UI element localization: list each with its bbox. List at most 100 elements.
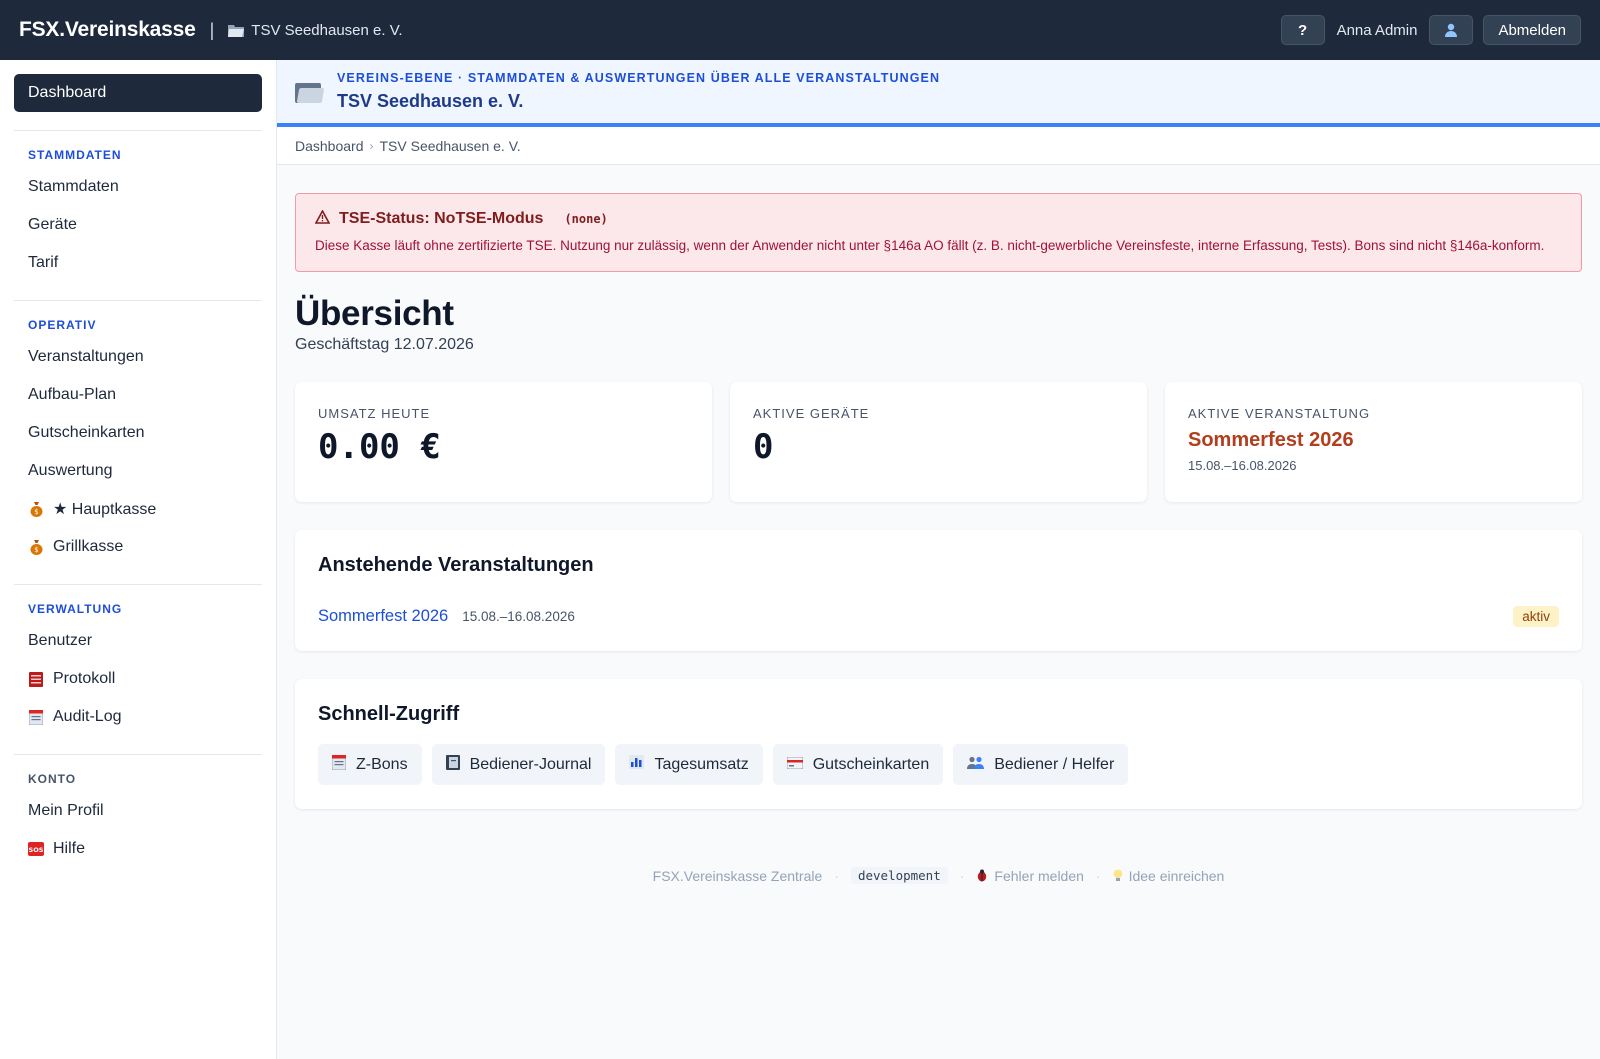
sidebar-item-audit-log[interactable]: Audit-Log	[14, 698, 262, 736]
card-value: 0	[753, 427, 774, 467]
lightbulb-icon	[1113, 869, 1122, 881]
alert-title: TSE-Status: NoTSE-Modus	[339, 210, 544, 227]
sidebar-item-label: Benutzer	[28, 632, 93, 649]
card-revenue-today: UMSATZ HEUTE 0.00 €	[295, 382, 712, 502]
sidebar-item-veranstaltungen[interactable]: Veranstaltungen	[14, 338, 262, 376]
svg-text:SOS: SOS	[29, 846, 44, 854]
breadcrumb-separator-icon: ›	[369, 138, 374, 153]
sidebar-item-hilfe[interactable]: SOS Hilfe	[14, 830, 262, 868]
breadcrumb: Dashboard › TSV Seedhausen e. V.	[277, 127, 1600, 165]
footer: FSX.Vereinskasse Zentrale · development …	[295, 867, 1582, 884]
footer-separator: ·	[1095, 867, 1101, 884]
sidebar-item-label: Stammdaten	[28, 178, 119, 195]
business-day: Geschäftstag 12.07.2026	[295, 336, 474, 353]
sidebar-item-label: Protokoll	[53, 670, 116, 687]
breadcrumb-item-current: TSV Seedhausen e. V.	[379, 137, 521, 154]
sidebar-item-geraete[interactable]: Geräte	[14, 206, 262, 244]
tse-status-alert: TSE-Status: NoTSE-Modus (none) Diese Kas…	[295, 193, 1582, 272]
sidebar-item-label: Hilfe	[53, 840, 86, 857]
svg-text:$: $	[34, 508, 38, 516]
bar-chart-icon	[629, 755, 645, 774]
sidebar-item-label: Mein Profil	[28, 802, 104, 819]
event-dates: 15.08.–16.08.2026	[462, 609, 575, 624]
button-label: Bediener-Journal	[469, 755, 592, 773]
sidebar-item-aufbau-plan[interactable]: Aufbau-Plan	[14, 376, 262, 414]
status-badge: aktiv	[1513, 606, 1559, 627]
people-icon	[967, 756, 985, 774]
money-bag-icon: $	[28, 539, 44, 555]
warning-icon	[314, 209, 331, 228]
quick-gutscheinkarten-button[interactable]: Gutscheinkarten	[772, 744, 944, 785]
sidebar-item-label: Geräte	[28, 216, 77, 233]
stat-cards: UMSATZ HEUTE 0.00 € AKTIVE GERÄTE 0 AKTI…	[295, 382, 1582, 502]
sos-icon: SOS	[28, 841, 44, 857]
sidebar-item-label: ★ Hauptkasse	[53, 501, 157, 518]
sidebar-item-benutzer[interactable]: Benutzer	[14, 622, 262, 660]
sidebar-divider	[14, 584, 262, 585]
quick-bediener-journal-button[interactable]: Bediener-Journal	[431, 744, 606, 785]
sidebar-item-hauptkasse[interactable]: $ ★ Hauptkasse	[14, 490, 262, 528]
footer-separator: ·	[834, 867, 839, 884]
card-label: AKTIVE VERANSTALTUNG	[1188, 406, 1371, 421]
section-label-stammdaten: STAMMDATEN	[28, 148, 122, 162]
quick-tagesumsatz-button[interactable]: Tagesumsatz	[615, 744, 763, 785]
panel-title: Anstehende Veranstaltungen	[318, 554, 594, 576]
sidebar-item-label: Tarif	[28, 254, 59, 271]
notepad-icon	[331, 754, 347, 775]
quick-z-bons-button[interactable]: Z-Bons	[318, 744, 422, 785]
sidebar-item-mein-profil[interactable]: Mein Profil	[14, 792, 262, 830]
folder-icon	[295, 81, 325, 103]
sidebar-item-dashboard[interactable]: Dashboard	[14, 74, 262, 112]
notepad-icon	[28, 709, 44, 725]
sidebar-item-gutscheinkarten[interactable]: Gutscheinkarten	[14, 414, 262, 452]
submit-idea-link[interactable]: Idee einreichen	[1113, 868, 1224, 884]
upcoming-events-panel: Anstehende Veranstaltungen Sommerfest 20…	[295, 530, 1582, 651]
button-label: Tagesumsatz	[654, 755, 749, 773]
sidebar-item-label: Grillkasse	[53, 538, 124, 555]
help-button[interactable]: ?	[1280, 15, 1325, 45]
card-active-devices: AKTIVE GERÄTE 0	[730, 382, 1147, 502]
level-banner: VEREINS-EBENE · STAMMDATEN & AUSWERTUNGE…	[277, 60, 1600, 127]
sidebar: Dashboard STAMMDATEN Stammdaten Geräte T…	[0, 60, 277, 1059]
active-event-dates: 15.08.–16.08.2026	[1188, 458, 1297, 473]
sidebar-item-grillkasse[interactable]: $ Grillkasse	[14, 528, 262, 566]
footer-separator: ·	[959, 867, 965, 884]
sidebar-item-label: Veranstaltungen	[28, 348, 144, 365]
club-switcher[interactable]: TSV Seedhausen e. V.	[228, 22, 403, 39]
card-label: UMSATZ HEUTE	[318, 406, 431, 421]
profile-button[interactable]	[1429, 15, 1474, 45]
sidebar-divider	[14, 130, 262, 131]
sidebar-item-tarif[interactable]: Tarif	[14, 244, 262, 282]
sidebar-divider	[14, 300, 262, 301]
svg-text:$: $	[34, 546, 38, 554]
card-icon	[786, 756, 804, 774]
active-event-link[interactable]: Sommerfest 2026	[1188, 429, 1559, 452]
button-label: Gutscheinkarten	[812, 755, 930, 773]
page-title: Übersicht	[295, 294, 454, 333]
sidebar-divider	[14, 754, 262, 755]
section-label-verwaltung: VERWALTUNG	[28, 602, 123, 616]
sidebar-item-label: Auswertung	[28, 462, 113, 479]
sidebar-item-label: Aufbau-Plan	[28, 386, 117, 403]
section-label-konto: KONTO	[28, 772, 77, 786]
section-label-operativ: OPERATIV	[28, 318, 97, 332]
button-label: Z-Bons	[356, 755, 408, 773]
report-bug-label: Fehler melden	[994, 867, 1084, 884]
breadcrumb-item-dashboard[interactable]: Dashboard	[295, 138, 364, 154]
quick-bediener-helfer-button[interactable]: Bediener / Helfer	[953, 744, 1129, 785]
sidebar-item-stammdaten[interactable]: Stammdaten	[14, 168, 262, 206]
report-bug-link[interactable]: Fehler melden	[976, 868, 1084, 884]
event-link[interactable]: Sommerfest 2026	[318, 607, 448, 626]
card-label: AKTIVE GERÄTE	[753, 406, 870, 421]
logout-button[interactable]: Abmelden	[1483, 15, 1581, 45]
sidebar-item-auswertung[interactable]: Auswertung	[14, 452, 262, 490]
app-brand[interactable]: FSX.Vereinskasse	[19, 18, 196, 42]
user-name: Anna Admin	[1336, 21, 1418, 39]
sidebar-item-label: Audit-Log	[53, 708, 122, 725]
alert-code: (none)	[564, 212, 608, 226]
top-bar: FSX.Vereinskasse | TSV Seedhausen e. V. …	[0, 0, 1600, 60]
alert-text: Diese Kasse läuft ohne zertifizierte TSE…	[315, 238, 1545, 253]
button-label: Bediener / Helfer	[994, 755, 1115, 773]
list-item: Sommerfest 2026 15.08.–16.08.2026 aktiv	[318, 606, 1559, 627]
sidebar-item-protokoll[interactable]: Protokoll	[14, 660, 262, 698]
